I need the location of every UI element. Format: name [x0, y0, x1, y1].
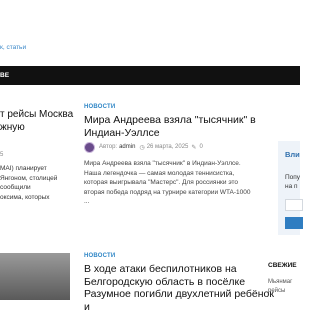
side-text-line: рейсы — [268, 287, 286, 294]
side-section-heading: СВЕЖИЕ — [268, 262, 297, 269]
second-article-category[interactable]: НОВОСТИ — [84, 253, 115, 259]
author-avatar[interactable] — [84, 141, 95, 153]
subscribe-title: Вли — [285, 150, 300, 159]
excerpt-line: Мира Андреева взяла "тысячник" в Индиан-… — [84, 160, 241, 167]
left-excerpt-line: MAI) планирует — [0, 165, 47, 172]
header-tagline: к, статьи — [0, 44, 27, 51]
subscribe-email-input[interactable] — [285, 199, 303, 211]
comment-count[interactable]: 0 — [199, 144, 202, 150]
excerpt-line: Наша легендочка — самая молодая теннисис… — [84, 169, 235, 177]
left-article-comments: 5 — [0, 152, 4, 158]
article-thumbnail[interactable] — [0, 253, 70, 300]
author-label: Автор: — [99, 144, 118, 150]
left-article-title[interactable]: т рейсы Москва жную — [0, 109, 74, 134]
main-article-category[interactable]: НОВОСТИ — [84, 104, 115, 110]
left-title-line: т рейсы Москва — [0, 109, 74, 120]
left-article-excerpt: MAI) планирует Янгоном, столицей сообщил… — [0, 164, 72, 202]
excerpt-line: ... — [84, 198, 90, 205]
second-article-title[interactable]: В ходе атаки беспилотников на Белгородск… — [84, 263, 274, 313]
comment-icon: ✎ — [191, 144, 197, 151]
subscribe-text: Попу на п — [285, 173, 305, 191]
subscribe-text-line: на п — [285, 183, 298, 190]
subscribe-button[interactable] — [285, 217, 303, 229]
second-title-line: В ходе атаки беспилотников на — [84, 263, 237, 275]
main-article-excerpt: Мира Андреева взяла "тысячник" в Индиан-… — [84, 159, 254, 207]
main-navbar: ВЕ — [0, 66, 300, 85]
side-text-line: Мьянмаг — [268, 279, 293, 285]
second-title-line: Разумное погибли двухлетний ребёнок и — [84, 288, 274, 313]
calendar-icon: ◷ — [139, 144, 145, 151]
nav-item[interactable]: ВЕ — [0, 72, 9, 79]
main-article-title[interactable]: Мира Андреева взяла "тысячник" в Индиан-… — [84, 114, 264, 139]
author-name[interactable]: admin — [119, 144, 135, 150]
article-date: 26 марта, 2025 — [146, 144, 189, 150]
left-excerpt-line: оксима, которых — [0, 193, 50, 201]
left-title-line: жную — [0, 121, 25, 133]
main-title-line: Индиан-Уэллсе — [84, 126, 160, 139]
main-title-line: Мира Андреева взяла "тысячник" в — [84, 114, 256, 126]
main-article-meta: Автор: admin ◷ 26 марта, 2025 ✎ 0 — [84, 141, 203, 153]
excerpt-line: вторая победа подряд на турнире категори… — [84, 188, 251, 196]
left-excerpt-line: сообщили — [0, 184, 31, 191]
subscribe-text-line: Попу — [285, 174, 301, 181]
excerpt-line: которая выигрывала "Мастерс". Для россия… — [84, 179, 239, 186]
left-excerpt-line: Янгоном, столицей — [0, 174, 58, 182]
second-title-line: Белгородскую область в посёлке — [84, 275, 246, 288]
side-section-text[interactable]: Мьянмаг рейсы — [268, 278, 300, 295]
